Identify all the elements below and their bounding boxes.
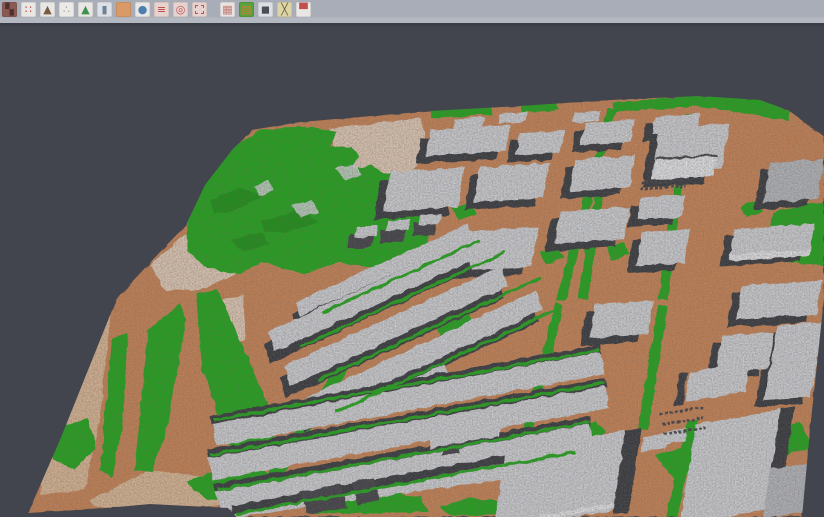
- dem-icon[interactable]: ▲: [78, 2, 93, 17]
- orthophoto-icon[interactable]: [116, 2, 131, 17]
- point-cloud-icon[interactable]: ∴: [59, 2, 74, 17]
- extent-select-icon[interactable]: [192, 2, 207, 17]
- point-cloud-render: [0, 29, 824, 517]
- markers-icon[interactable]: ∷: [21, 2, 36, 17]
- terrain-icon[interactable]: ▲: [40, 2, 55, 17]
- viewport-3d-scene[interactable]: [0, 29, 824, 517]
- globe-icon[interactable]: ●: [135, 2, 150, 17]
- flag-icon[interactable]: ▀: [296, 2, 311, 17]
- mesh-icon[interactable]: ▚: [2, 2, 17, 17]
- measure-icon[interactable]: ╳: [277, 2, 292, 17]
- circle-select-icon[interactable]: ◎: [173, 2, 188, 17]
- application-window: ▚ ∷ ▲ ∴ ▲ ▮ ● ≡ ◎ ▦ ▧ ◼ ╳ ▀: [0, 0, 824, 517]
- grid-icon[interactable]: ▦: [220, 2, 235, 17]
- profile-icon[interactable]: ▮: [97, 2, 112, 17]
- camera-icon[interactable]: ◼: [258, 2, 273, 17]
- contours-icon[interactable]: ≡: [154, 2, 169, 17]
- toolbar: ▚ ∷ ▲ ∴ ▲ ▮ ● ≡ ◎ ▦ ▧ ◼ ╳ ▀: [0, 0, 824, 26]
- classification-icon[interactable]: ▧: [239, 2, 254, 17]
